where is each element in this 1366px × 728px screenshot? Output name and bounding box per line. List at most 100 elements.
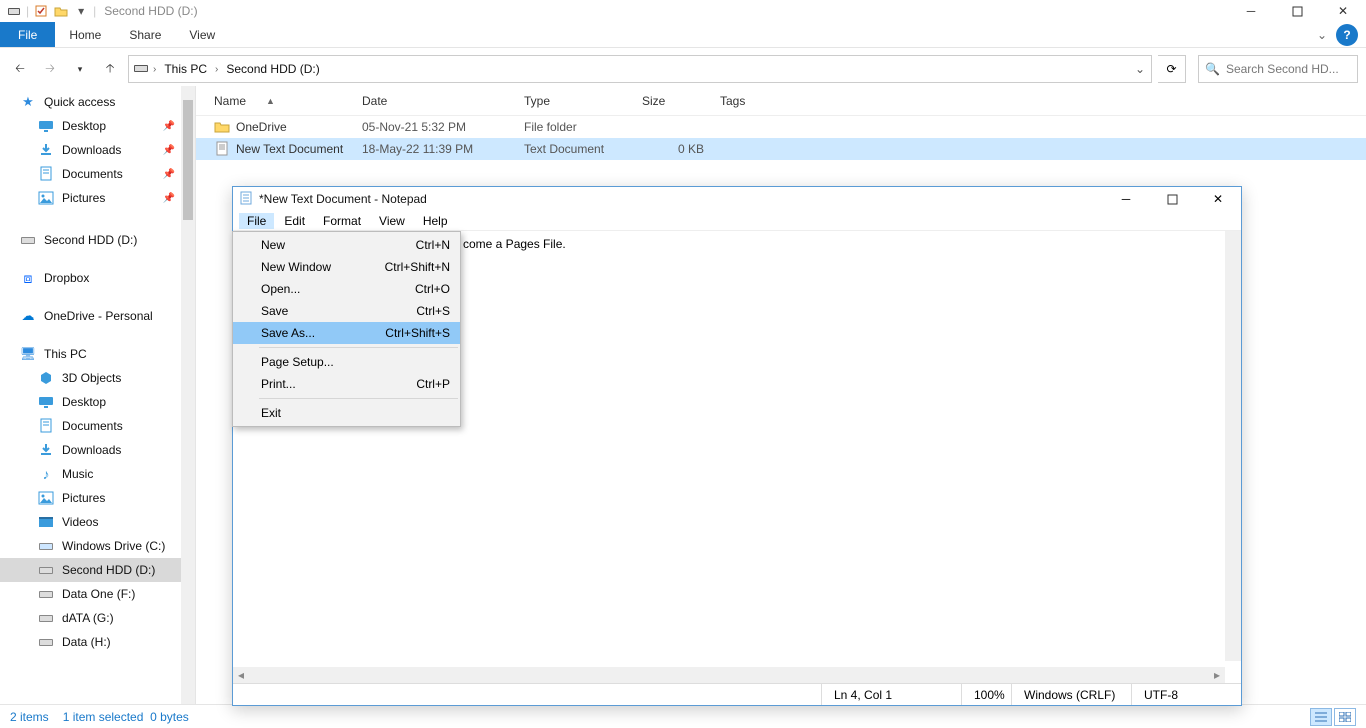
qat-newfolder-icon[interactable] <box>53 3 69 19</box>
col-type[interactable]: Type <box>516 94 634 108</box>
sidebar-scrollbar[interactable] <box>181 86 195 704</box>
notepad-menubar: File Edit Format View Help <box>233 211 1241 231</box>
drive-win-icon <box>38 538 54 554</box>
up-button[interactable]: 🡡 <box>98 57 122 81</box>
drive-icon <box>6 3 22 19</box>
menu-help[interactable]: Help <box>415 213 456 229</box>
crumb-drive[interactable]: Second HDD (D:) <box>222 62 323 76</box>
menu-file[interactable]: File <box>239 213 274 229</box>
address-bar[interactable]: › This PC › Second HDD (D:) ⌄ <box>128 55 1152 83</box>
chevron-right-icon[interactable]: › <box>153 64 156 75</box>
sidebar-item[interactable]: Downloads📌 <box>0 138 195 162</box>
tab-home[interactable]: Home <box>55 22 115 47</box>
view-largeicons-button[interactable] <box>1334 708 1356 726</box>
drive-icon <box>38 562 54 578</box>
sidebar-item[interactable]: Pictures📌 <box>0 186 195 210</box>
sidebar-item[interactable]: Data (H:) <box>0 630 195 654</box>
scroll-left-icon[interactable]: ◂ <box>233 667 249 683</box>
videos-icon <box>38 514 54 530</box>
notepad-icon <box>239 191 253 208</box>
sidebar-item[interactable]: Second HDD (D:) <box>0 228 195 252</box>
col-tags[interactable]: Tags <box>712 94 792 108</box>
notepad-minimize-button[interactable]: ─ <box>1103 187 1149 211</box>
sidebar-item[interactable]: Desktop📌 <box>0 114 195 138</box>
menu-item[interactable]: Save As...Ctrl+Shift+S <box>233 322 460 344</box>
sidebar-item[interactable]: ⧈Dropbox <box>0 266 195 290</box>
sidebar-item[interactable]: Documents📌 <box>0 162 195 186</box>
forward-button[interactable]: 🡢 <box>38 57 62 81</box>
drive-icon <box>20 232 36 248</box>
drive-icon <box>38 610 54 626</box>
status-zoom: 100% <box>961 684 1011 705</box>
notepad-titlebar[interactable]: *New Text Document - Notepad ─ ✕ <box>233 187 1241 211</box>
drive-icon <box>38 586 54 602</box>
refresh-button[interactable]: ⟳ <box>1158 55 1186 83</box>
close-button[interactable]: ✕ <box>1320 0 1366 22</box>
minimize-button[interactable]: ─ <box>1228 0 1274 22</box>
scroll-right-icon[interactable]: ▸ <box>1209 667 1225 683</box>
ribbon-tabs: File Home Share View ⌄ ? <box>0 22 1366 48</box>
col-size[interactable]: Size <box>634 94 712 108</box>
sidebar-item[interactable]: ☁OneDrive - Personal <box>0 304 195 328</box>
view-details-button[interactable] <box>1310 708 1332 726</box>
menu-edit[interactable]: Edit <box>276 213 313 229</box>
sidebar-item[interactable]: Desktop <box>0 390 195 414</box>
sidebar-this-pc[interactable]: 🖥 This PC <box>0 342 195 366</box>
qat-dropdown-icon[interactable]: ▾ <box>73 3 89 19</box>
sidebar-item[interactable]: 3D Objects <box>0 366 195 390</box>
column-headers: Name▲ Date Type Size Tags <box>196 86 1366 116</box>
menu-item[interactable]: Exit <box>233 402 460 424</box>
music-icon: ♪ <box>38 466 54 482</box>
notepad-horizontal-scrollbar[interactable]: ◂ ▸ <box>233 667 1225 683</box>
dropbox-icon: ⧈ <box>20 270 36 286</box>
file-row[interactable]: New Text Document18-May-22 11:39 PMText … <box>196 138 1366 160</box>
explorer-statusbar: 2 items 1 item selected 0 bytes <box>0 704 1366 728</box>
col-name[interactable]: Name▲ <box>206 94 354 108</box>
search-icon: 🔍 <box>1205 62 1220 76</box>
ribbon-chevron-icon[interactable]: ⌄ <box>1308 22 1336 47</box>
col-date[interactable]: Date <box>354 94 516 108</box>
file-row[interactable]: OneDrive05-Nov-21 5:32 PMFile folder <box>196 116 1366 138</box>
notepad-maximize-button[interactable] <box>1149 187 1195 211</box>
sidebar-item[interactable]: Windows Drive (C:) <box>0 534 195 558</box>
crumb-thispc[interactable]: This PC <box>160 62 211 76</box>
menu-item[interactable]: Print...Ctrl+P <box>233 373 460 395</box>
help-button[interactable]: ? <box>1336 24 1358 46</box>
menu-view[interactable]: View <box>371 213 413 229</box>
menu-format[interactable]: Format <box>315 213 369 229</box>
notepad-close-button[interactable]: ✕ <box>1195 187 1241 211</box>
status-item-count: 2 items <box>10 710 49 724</box>
notepad-vertical-scrollbar[interactable] <box>1225 231 1241 661</box>
sidebar-item[interactable]: Pictures <box>0 486 195 510</box>
documents-icon <box>38 418 54 434</box>
menu-item[interactable]: Open...Ctrl+O <box>233 278 460 300</box>
sidebar-item[interactable]: dATA (G:) <box>0 606 195 630</box>
maximize-button[interactable] <box>1274 0 1320 22</box>
status-eol: Windows (CRLF) <box>1011 684 1131 705</box>
back-button[interactable]: 🡠 <box>8 57 32 81</box>
chevron-right-icon[interactable]: › <box>215 64 218 75</box>
onedrive-icon: ☁ <box>20 308 36 324</box>
tab-file[interactable]: File <box>0 22 55 47</box>
sidebar-item[interactable]: Documents <box>0 414 195 438</box>
3d-icon <box>38 370 54 386</box>
navigation-row: 🡠 🡢 ▾ 🡡 › This PC › Second HDD (D:) ⌄ ⟳ … <box>0 52 1366 86</box>
menu-item[interactable]: NewCtrl+N <box>233 234 460 256</box>
sidebar-item[interactable]: Data One (F:) <box>0 582 195 606</box>
sidebar-item[interactable]: ♪Music <box>0 462 195 486</box>
search-input[interactable]: 🔍 Search Second HD... <box>1198 55 1358 83</box>
folder-icon <box>214 119 230 135</box>
menu-item[interactable]: SaveCtrl+S <box>233 300 460 322</box>
sidebar-item[interactable]: Downloads <box>0 438 195 462</box>
notepad-title: *New Text Document - Notepad <box>259 192 427 206</box>
tab-view[interactable]: View <box>175 22 229 47</box>
menu-item[interactable]: Page Setup... <box>233 351 460 373</box>
sidebar-item[interactable]: Videos <box>0 510 195 534</box>
menu-item[interactable]: New WindowCtrl+Shift+N <box>233 256 460 278</box>
sidebar-quick-access[interactable]: ★ Quick access <box>0 90 195 114</box>
tab-share[interactable]: Share <box>115 22 175 47</box>
sidebar-item[interactable]: Second HDD (D:) <box>0 558 195 582</box>
address-dropdown[interactable]: ⌄ <box>1129 62 1151 76</box>
qat-properties-icon[interactable] <box>33 3 49 19</box>
recent-dropdown[interactable]: ▾ <box>68 57 92 81</box>
